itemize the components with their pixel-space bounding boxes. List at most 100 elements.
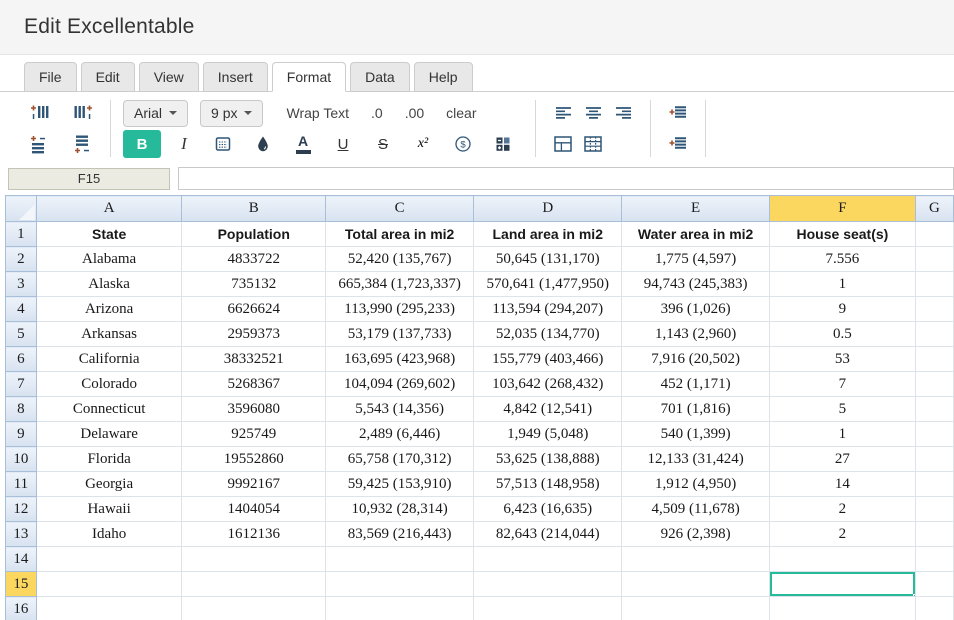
cell-F4[interactable]: 9 bbox=[768, 296, 916, 322]
font-family-dropdown[interactable]: Arial bbox=[123, 99, 189, 127]
cell-B13[interactable]: 1612136 bbox=[181, 521, 327, 547]
freeze-rows-top-icon[interactable] bbox=[663, 99, 693, 127]
cell-B4[interactable]: 6626624 bbox=[181, 296, 327, 322]
tab-format[interactable]: Format bbox=[271, 62, 347, 92]
superscript-button[interactable]: x² bbox=[403, 130, 443, 158]
cell-A11[interactable]: Georgia bbox=[35, 471, 183, 497]
cell-A3[interactable]: Alaska bbox=[35, 271, 183, 297]
cell-F14[interactable] bbox=[768, 546, 916, 572]
cell-F7[interactable]: 7 bbox=[768, 371, 916, 397]
increase-decimal-button[interactable]: .00 bbox=[405, 105, 424, 121]
insert-column-right-icon[interactable] bbox=[68, 99, 98, 127]
cell-D16[interactable] bbox=[473, 596, 623, 620]
cell-A13[interactable]: Idaho bbox=[35, 521, 183, 547]
cell-E9[interactable]: 540 (1,399) bbox=[621, 421, 770, 447]
column-header-B[interactable]: B bbox=[181, 195, 327, 222]
tab-insert[interactable]: Insert bbox=[202, 62, 268, 92]
cell-A7[interactable]: Colorado bbox=[35, 371, 183, 397]
cell-E5[interactable]: 1,143 (2,960) bbox=[621, 321, 770, 347]
cell-G13[interactable] bbox=[914, 521, 954, 547]
cell-D8[interactable]: 4,842 (12,541) bbox=[473, 396, 623, 422]
cell-G14[interactable] bbox=[914, 546, 954, 572]
cell-E10[interactable]: 12,133 (31,424) bbox=[621, 446, 770, 472]
cell-E12[interactable]: 4,509 (11,678) bbox=[621, 496, 770, 522]
select-all-corner-cell[interactable] bbox=[5, 195, 37, 222]
cell-E1[interactable]: Water area in mi2 bbox=[621, 221, 770, 247]
cell-A6[interactable]: California bbox=[35, 346, 183, 372]
cell-E11[interactable]: 1,912 (4,950) bbox=[621, 471, 770, 497]
row-header-2[interactable]: 2 bbox=[5, 246, 37, 272]
cell-C5[interactable]: 53,179 (137,733) bbox=[325, 321, 475, 347]
wrap-text-button[interactable]: Wrap Text bbox=[286, 105, 349, 121]
cell-C2[interactable]: 52,420 (135,767) bbox=[325, 246, 475, 272]
cell-E15[interactable] bbox=[621, 571, 770, 597]
cell-A8[interactable]: Connecticut bbox=[35, 396, 183, 422]
row-header-8[interactable]: 8 bbox=[5, 396, 37, 422]
cell-E6[interactable]: 7,916 (20,502) bbox=[621, 346, 770, 372]
cell-F15[interactable] bbox=[768, 571, 916, 597]
cell-F1[interactable]: House seat(s) bbox=[768, 221, 916, 247]
cell-G9[interactable] bbox=[914, 421, 954, 447]
cell-reference-box[interactable]: F15 bbox=[8, 167, 170, 190]
row-header-14[interactable]: 14 bbox=[5, 546, 37, 572]
cell-C10[interactable]: 65,758 (170,312) bbox=[325, 446, 475, 472]
italic-button[interactable]: I bbox=[165, 130, 203, 158]
cell-F3[interactable]: 1 bbox=[768, 271, 916, 297]
cell-D15[interactable] bbox=[473, 571, 623, 597]
freeze-rows-bottom-icon[interactable] bbox=[663, 130, 693, 158]
cell-F2[interactable]: 7.556 bbox=[768, 246, 916, 272]
cell-E7[interactable]: 452 (1,171) bbox=[621, 371, 770, 397]
cell-G15[interactable] bbox=[914, 571, 954, 597]
cell-E3[interactable]: 94,743 (245,383) bbox=[621, 271, 770, 297]
column-header-E[interactable]: E bbox=[621, 195, 770, 222]
row-header-12[interactable]: 12 bbox=[5, 496, 37, 522]
row-header-7[interactable]: 7 bbox=[5, 371, 37, 397]
cell-F11[interactable]: 14 bbox=[768, 471, 916, 497]
currency-button[interactable]: $ bbox=[443, 130, 483, 158]
row-header-11[interactable]: 11 bbox=[5, 471, 37, 497]
cell-B12[interactable]: 1404054 bbox=[181, 496, 327, 522]
cell-F8[interactable]: 5 bbox=[768, 396, 916, 422]
cell-C1[interactable]: Total area in mi2 bbox=[325, 221, 475, 247]
cell-A1[interactable]: State bbox=[35, 221, 183, 247]
cell-D4[interactable]: 113,594 (294,207) bbox=[473, 296, 623, 322]
tab-edit[interactable]: Edit bbox=[80, 62, 135, 92]
cell-G4[interactable] bbox=[914, 296, 954, 322]
cell-B8[interactable]: 3596080 bbox=[181, 396, 327, 422]
align-right-button[interactable] bbox=[608, 99, 638, 127]
cell-D7[interactable]: 103,642 (268,432) bbox=[473, 371, 623, 397]
cell-B14[interactable] bbox=[181, 546, 327, 572]
row-header-16[interactable]: 16 bbox=[5, 596, 37, 620]
cell-C11[interactable]: 59,425 (153,910) bbox=[325, 471, 475, 497]
calculator-button[interactable] bbox=[483, 130, 523, 158]
cell-G7[interactable] bbox=[914, 371, 954, 397]
cell-D2[interactable]: 50,645 (131,170) bbox=[473, 246, 623, 272]
merge-cells-button[interactable] bbox=[548, 130, 578, 158]
cell-C9[interactable]: 2,489 (6,446) bbox=[325, 421, 475, 447]
column-header-G[interactable]: G bbox=[914, 195, 954, 222]
align-left-button[interactable] bbox=[548, 99, 578, 127]
cell-E4[interactable]: 396 (1,026) bbox=[621, 296, 770, 322]
cell-E16[interactable] bbox=[621, 596, 770, 620]
cell-A15[interactable] bbox=[35, 571, 183, 597]
column-header-C[interactable]: C bbox=[325, 195, 475, 222]
column-header-D[interactable]: D bbox=[473, 195, 623, 222]
cell-D1[interactable]: Land area in mi2 bbox=[473, 221, 623, 247]
tab-help[interactable]: Help bbox=[413, 62, 473, 92]
cell-G16[interactable] bbox=[914, 596, 954, 620]
cell-E14[interactable] bbox=[621, 546, 770, 572]
cell-D13[interactable]: 82,643 (214,044) bbox=[473, 521, 623, 547]
cell-G6[interactable] bbox=[914, 346, 954, 372]
cell-A5[interactable]: Arkansas bbox=[35, 321, 183, 347]
unmerge-cells-button[interactable] bbox=[578, 130, 608, 158]
cell-B10[interactable]: 19552860 bbox=[181, 446, 327, 472]
cell-C3[interactable]: 665,384 (1,723,337) bbox=[325, 271, 475, 297]
cell-C6[interactable]: 163,695 (423,968) bbox=[325, 346, 475, 372]
cell-C4[interactable]: 113,990 (295,233) bbox=[325, 296, 475, 322]
cell-C14[interactable] bbox=[325, 546, 475, 572]
cell-C8[interactable]: 5,543 (14,356) bbox=[325, 396, 475, 422]
cell-B7[interactable]: 5268367 bbox=[181, 371, 327, 397]
cell-C7[interactable]: 104,094 (269,602) bbox=[325, 371, 475, 397]
cell-G10[interactable] bbox=[914, 446, 954, 472]
cell-A4[interactable]: Arizona bbox=[35, 296, 183, 322]
